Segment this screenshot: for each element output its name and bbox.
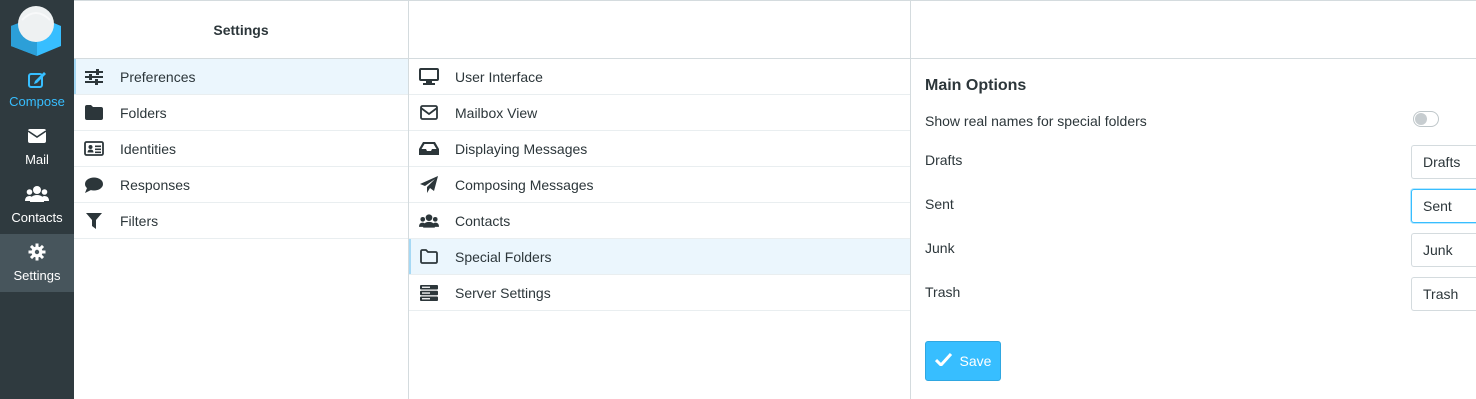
- show-real-names-label: Show real names for special folders: [925, 113, 1147, 129]
- sent-folder-value: Sent: [1423, 198, 1452, 214]
- pref-special-folders-label: Special Folders: [455, 248, 552, 265]
- toggle-knob: [1415, 113, 1427, 125]
- inbox-icon: [419, 140, 439, 158]
- pref-server-settings-label: Server Settings: [455, 284, 551, 301]
- section-responses-label: Responses: [120, 176, 191, 193]
- logo[interactable]: [0, 0, 74, 60]
- nav-mail[interactable]: Mail: [0, 118, 74, 176]
- pref-mailbox-view-label: Mailbox View: [455, 104, 538, 121]
- trash-folder-select[interactable]: Trash: [1411, 277, 1476, 311]
- main-nav: Compose Mail Contacts Settings: [0, 0, 74, 399]
- pref-contacts[interactable]: Contacts: [409, 203, 910, 239]
- desktop-icon: [419, 68, 439, 86]
- section-filters[interactable]: Filters: [74, 203, 408, 239]
- settings-sections-panel: Settings Preferences Folders Identities …: [74, 0, 409, 399]
- section-folders-label: Folders: [120, 104, 167, 121]
- save-button[interactable]: Save: [925, 341, 1001, 381]
- section-identities[interactable]: Identities: [74, 131, 408, 167]
- check-icon: [934, 352, 952, 369]
- section-identities-label: Identities: [120, 140, 177, 157]
- nav-contacts-label: Contacts: [11, 210, 63, 225]
- junk-folder-value: Junk: [1423, 242, 1453, 258]
- section-responses[interactable]: Responses: [74, 167, 408, 203]
- nav-compose-label: Compose: [9, 94, 65, 109]
- folder-icon: [84, 104, 104, 122]
- save-label: Save: [959, 353, 992, 369]
- pref-composing-messages[interactable]: Composing Messages: [409, 167, 910, 203]
- section-folders[interactable]: Folders: [74, 95, 408, 131]
- nav-settings-label: Settings: [13, 268, 61, 283]
- pref-contacts-label: Contacts: [455, 212, 511, 229]
- sent-label: Sent: [925, 196, 954, 212]
- trash-folder-value: Trash: [1423, 286, 1459, 302]
- pref-mailbox-view[interactable]: Mailbox View: [409, 95, 910, 131]
- paper-plane-icon: [419, 176, 439, 194]
- form-header: [911, 1, 1476, 59]
- compose-icon: [0, 69, 74, 89]
- junk-label: Junk: [925, 240, 955, 256]
- section-filters-label: Filters: [120, 212, 159, 229]
- envelope-outline-icon: [419, 104, 439, 122]
- comment-icon: [84, 176, 104, 194]
- sliders-icon: [84, 68, 104, 86]
- drafts-folder-value: Drafts: [1423, 154, 1461, 170]
- envelope-icon: [0, 127, 74, 147]
- section-preferences[interactable]: Preferences: [74, 59, 408, 95]
- junk-folder-select[interactable]: Junk: [1411, 233, 1476, 267]
- pref-user-interface[interactable]: User Interface: [409, 59, 910, 95]
- users-icon: [419, 212, 439, 230]
- section-preferences-label: Preferences: [120, 68, 196, 85]
- pref-special-folders[interactable]: Special Folders: [409, 239, 910, 275]
- preferences-sections-panel: User Interface Mailbox View Displaying M…: [409, 0, 911, 399]
- users-icon: [0, 185, 74, 205]
- pref-server-settings[interactable]: Server Settings: [409, 275, 910, 311]
- folder-outline-icon: [419, 248, 439, 266]
- drafts-folder-select[interactable]: Drafts: [1411, 145, 1476, 179]
- server-icon: [419, 284, 439, 302]
- nav-settings[interactable]: Settings: [0, 234, 74, 292]
- gear-icon: [0, 243, 74, 263]
- special-folders-form-panel: Main Options Show real names for special…: [911, 0, 1476, 399]
- pref-displaying-messages-label: Displaying Messages: [455, 140, 588, 157]
- nav-mail-label: Mail: [25, 152, 49, 167]
- id-card-icon: [84, 140, 104, 158]
- pref-user-interface-label: User Interface: [455, 68, 543, 85]
- preferences-header: [409, 1, 910, 59]
- drafts-label: Drafts: [925, 152, 963, 168]
- form-title: Main Options: [925, 77, 1027, 94]
- pref-composing-messages-label: Composing Messages: [455, 176, 594, 193]
- pref-displaying-messages[interactable]: Displaying Messages: [409, 131, 910, 167]
- filter-icon: [84, 212, 104, 230]
- nav-contacts[interactable]: Contacts: [0, 176, 74, 234]
- sent-folder-select[interactable]: Sent: [1411, 189, 1476, 223]
- show-real-names-toggle[interactable]: [1413, 111, 1439, 127]
- trash-label: Trash: [925, 284, 961, 300]
- nav-compose[interactable]: Compose: [0, 60, 74, 118]
- settings-title: Settings: [74, 1, 408, 59]
